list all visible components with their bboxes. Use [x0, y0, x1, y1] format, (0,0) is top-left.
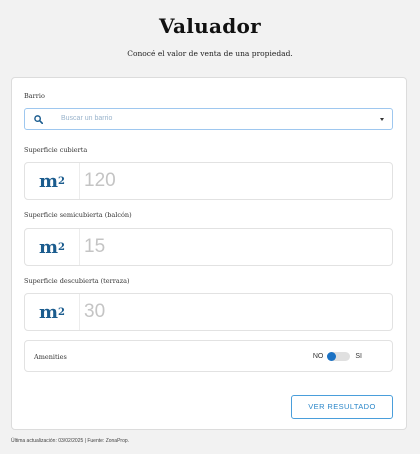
cubierta-field[interactable]: m2 120 — [24, 162, 393, 200]
toggle-on-label: SI — [355, 353, 362, 360]
cubierta-label: Superficie cubierta — [24, 146, 88, 154]
amenities-label: Amenities — [34, 353, 67, 361]
barrio-label: Barrio — [24, 92, 45, 100]
page-subtitle: Conocé el valor de venta de una propieda… — [127, 49, 293, 58]
amenities-row: Amenities NO SI — [24, 340, 393, 372]
semicubierta-input[interactable]: 15 — [80, 236, 105, 258]
square-meter-unit: m2 — [25, 229, 80, 265]
valuator-form: Barrio Buscar un barrio Superficie cubie… — [11, 77, 407, 430]
toggle-off-label: NO — [312, 353, 324, 360]
barrio-search-input[interactable]: Buscar un barrio — [61, 115, 112, 122]
descubierta-label: Superficie descubierta (terraza) — [24, 277, 130, 285]
square-meter-unit: m2 — [25, 163, 80, 199]
search-icon — [25, 109, 51, 129]
chevron-down-icon[interactable] — [380, 118, 384, 121]
ver-resultado-button[interactable]: VER RESULTADO — [291, 395, 393, 419]
amenities-toggle[interactable]: NO SI — [313, 352, 362, 361]
semicubierta-label: Superficie semicubierta (balcón) — [24, 211, 132, 219]
descubierta-field[interactable]: m2 30 — [24, 293, 393, 331]
cubierta-input[interactable]: 120 — [80, 170, 116, 192]
toggle-knob[interactable] — [327, 352, 337, 361]
semicubierta-field[interactable]: m2 15 — [24, 228, 393, 266]
last-update-note: Última actualización: 03/02/2025 | Fuent… — [11, 438, 130, 444]
square-meter-unit: m2 — [25, 294, 80, 330]
barrio-select[interactable]: Buscar un barrio — [24, 108, 393, 130]
descubierta-input[interactable]: 30 — [80, 301, 105, 323]
toggle-switch[interactable] — [327, 352, 351, 361]
page-title: Valuador — [159, 14, 261, 38]
